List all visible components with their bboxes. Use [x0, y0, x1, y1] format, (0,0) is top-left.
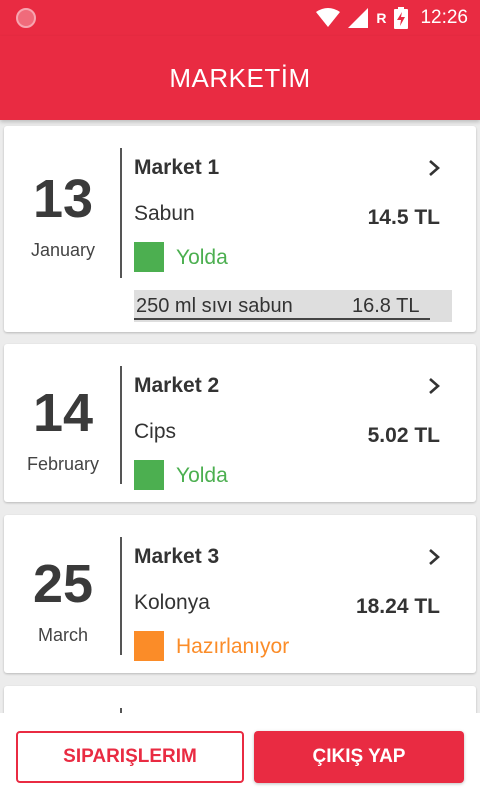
- product-name: Kolonya: [134, 591, 210, 614]
- battery-charging-icon: [394, 7, 409, 29]
- order-month: February: [26, 454, 100, 474]
- status-indicator: [134, 631, 164, 661]
- product-price: 18.24 TL: [355, 595, 440, 618]
- note-text: 250 ml sıvı sabun: [136, 295, 293, 317]
- my-orders-button[interactable]: SIPARIŞLERIM: [16, 731, 244, 783]
- status-text: Hazırlanıyor: [176, 635, 290, 658]
- order-month: January: [30, 240, 96, 260]
- bottom-action-bar: SIPARIŞLERIM ÇIKIŞ YAP: [0, 713, 480, 800]
- order-card[interactable]: 25 March Market 3 Kolonya 18.24 TL Hazır…: [4, 515, 476, 673]
- order-list[interactable]: 13 January Market 1 Sabun 14.5 TL Yolda …: [0, 120, 480, 713]
- market-name: Market 3: [134, 545, 220, 568]
- product-name: Cips: [134, 420, 177, 443]
- product-name: Sabun: [134, 202, 195, 225]
- order-day: 14: [32, 383, 94, 443]
- status-text: Yolda: [176, 464, 228, 487]
- wifi-icon: [316, 8, 341, 27]
- order-date: 25 March: [4, 557, 122, 646]
- page-title: MARKETİM: [169, 62, 311, 93]
- signal-icon: [348, 8, 369, 28]
- chevron-right-icon[interactable]: [424, 545, 444, 569]
- chevron-right-icon[interactable]: [424, 156, 444, 180]
- order-day: 13: [32, 169, 94, 229]
- divider: [120, 366, 122, 484]
- divider: [120, 537, 122, 655]
- logout-button[interactable]: ÇIKIŞ YAP: [254, 731, 464, 783]
- status-bar: R 12:26: [0, 0, 480, 36]
- market-name: Market 1: [134, 156, 220, 179]
- order-card[interactable]: 14 February Market 2 Cips 5.02 TL Yolda: [4, 344, 476, 502]
- clock: 12:26: [420, 7, 468, 28]
- status-indicator: [134, 460, 164, 490]
- order-date: 13 January: [4, 172, 122, 261]
- notification-icon: [16, 8, 36, 28]
- order-day: 25: [32, 554, 94, 614]
- roaming-indicator: R: [376, 10, 387, 26]
- status-text: Yolda: [176, 246, 228, 269]
- divider: [120, 148, 122, 278]
- market-name: Market 2: [134, 374, 220, 397]
- order-date: 14 February: [4, 386, 122, 475]
- app-bar: MARKETİM: [0, 36, 480, 120]
- order-month: March: [37, 625, 88, 645]
- order-card[interactable]: 13 January Market 1 Sabun 14.5 TL Yolda …: [4, 126, 476, 332]
- order-card[interactable]: [4, 686, 476, 713]
- product-price: 14.5 TL: [367, 206, 440, 229]
- chevron-right-icon[interactable]: [424, 374, 444, 398]
- status-indicator: [134, 242, 164, 272]
- note-underline: [134, 318, 430, 320]
- order-note: 250 ml sıvı sabun 16.8 TL: [134, 290, 452, 322]
- product-price: 5.02 TL: [367, 424, 440, 447]
